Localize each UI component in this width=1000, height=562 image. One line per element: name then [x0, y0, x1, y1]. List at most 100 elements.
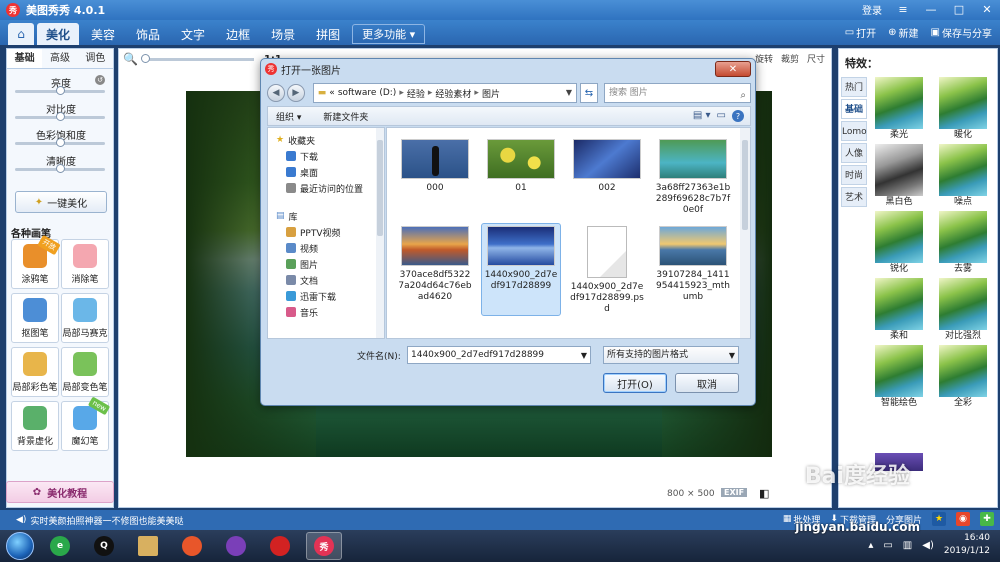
tab-scene[interactable]: 场景	[262, 23, 304, 45]
nav-library-item[interactable]: 文档	[268, 272, 384, 288]
home-icon[interactable]: ⌂	[8, 23, 34, 45]
breadcrumb-separator[interactable]: ▸	[474, 88, 479, 98]
minimize-button[interactable]: —	[924, 3, 938, 16]
tray-arrow-icon[interactable]: ▴	[868, 540, 873, 551]
tab-beauty[interactable]: 美容	[82, 23, 124, 45]
exif-button[interactable]: EXIF	[721, 488, 748, 497]
filetype-dropdown-icon[interactable]: ▼	[729, 348, 735, 364]
star-icon[interactable]: ★	[932, 512, 946, 526]
address-dropdown-icon[interactable]: ▼	[566, 88, 572, 97]
nav-library-item[interactable]: 音乐	[268, 304, 384, 320]
taskbar-app[interactable]	[262, 532, 298, 560]
brush-tool[interactable]: 魔幻笔 new	[61, 396, 111, 451]
preview-pane-icon[interactable]: ▭	[717, 110, 726, 122]
file-scrollbar[interactable]	[740, 128, 750, 338]
effects-tab[interactable]: Lomo	[841, 121, 867, 141]
new-button[interactable]: ⊕ 新建	[888, 25, 918, 40]
start-button[interactable]	[6, 532, 34, 560]
nav-library[interactable]: ▤ 库	[268, 208, 384, 224]
filetype-select[interactable]: 所有支持的图片格式 ▼	[603, 346, 739, 364]
filename-dropdown-icon[interactable]: ▼	[581, 348, 587, 364]
effect-item[interactable]: 对比强烈	[935, 278, 991, 343]
save-share-button[interactable]: ▣ 保存与分享	[931, 25, 992, 40]
breadcrumb-overflow[interactable]: «	[329, 88, 335, 98]
tab-text[interactable]: 文字	[172, 23, 214, 45]
plus-icon[interactable]: ✚	[980, 512, 994, 526]
brush-tool[interactable]: 局部马赛克	[61, 293, 109, 343]
filename-input[interactable]: 1440x900_2d7edf917d28899 ▼	[407, 346, 591, 364]
status-message[interactable]: ◀) 实时美颜拍照神器一不修图也能美美哒	[16, 514, 183, 527]
file-item[interactable]: 1440x900_2d7edf917d28899.psd	[567, 223, 647, 316]
refresh-icon[interactable]: ⇆	[580, 83, 598, 103]
nav-favorite-item[interactable]: 下载	[268, 148, 384, 164]
crop-button[interactable]: 裁剪	[781, 52, 799, 65]
search-input[interactable]: 搜索 图片 ⌕	[603, 83, 751, 105]
dialog-close-button[interactable]: ✕	[715, 61, 751, 77]
brush-tool[interactable]: 背景虚化	[11, 401, 59, 451]
network-icon[interactable]: ▥	[903, 540, 912, 551]
effect-item[interactable]: 黑白色	[871, 144, 927, 209]
effect-item[interactable]: 锐化	[871, 211, 927, 276]
close-button[interactable]: ✕	[980, 3, 994, 16]
forward-button[interactable]: ▶	[286, 84, 305, 102]
tab-beautify[interactable]: 美化	[37, 23, 80, 45]
brush-tool[interactable]: 局部彩色笔	[11, 347, 59, 397]
tab-border[interactable]: 边框	[217, 23, 259, 45]
file-item[interactable]: 39107284_1411954415923_mthumb	[653, 223, 733, 316]
open-button[interactable]: ▭ 打开	[845, 25, 876, 40]
zoom-out-icon[interactable]: 🔍	[123, 52, 138, 66]
menu-icon[interactable]: ≡	[896, 3, 910, 16]
breadcrumb-materials[interactable]: 经验素材	[435, 87, 471, 100]
compare-icon[interactable]: ◧	[759, 487, 769, 500]
file-item[interactable]: 3a68ff27363e1b289f69628c7b7f0e0f	[653, 136, 733, 217]
cancel-button[interactable]: 取消	[675, 373, 739, 393]
brush-tool[interactable]: 局部变色笔	[61, 347, 109, 397]
breadcrumb-experience[interactable]: 经验	[407, 87, 425, 100]
view-mode-icon[interactable]: ▤ ▾	[693, 110, 711, 122]
tab-basic[interactable]: 基础	[7, 49, 43, 68]
taskbar-app[interactable]	[218, 532, 254, 560]
help-icon[interactable]: ?	[732, 110, 744, 122]
nav-library-item[interactable]: 图片	[268, 256, 384, 272]
effects-tab[interactable]: 热门	[841, 77, 867, 97]
file-item[interactable]: 370ace8df53227a204d64c76ebad4620	[395, 223, 475, 316]
file-item[interactable]: 01	[481, 136, 561, 217]
effect-item[interactable]: 柔光	[871, 77, 927, 142]
new-folder-button[interactable]: 新建文件夹	[323, 110, 368, 123]
brush-tool[interactable]: 抠图笔	[11, 293, 59, 343]
effect-item[interactable]: 去雾	[935, 211, 991, 276]
back-button[interactable]: ◀	[267, 84, 285, 102]
brush-tool[interactable]: 涂鸦笔 开放	[11, 234, 61, 289]
rotate-button[interactable]: 旋转	[755, 52, 773, 65]
nav-scrollbar-thumb[interactable]	[377, 140, 383, 236]
nav-favorites[interactable]: ★ 收藏夹	[268, 132, 384, 148]
effects-tab[interactable]: 人像	[841, 143, 867, 163]
login-link[interactable]: 登录	[862, 2, 882, 17]
nav-favorite-item[interactable]: 桌面	[268, 164, 384, 180]
address-bar[interactable]: ▬ « software (D:) ▸ 经验 ▸ 经验素材 ▸ 图片 ▼	[312, 83, 578, 103]
effect-item[interactable]: 智能绘色	[871, 345, 927, 410]
nav-library-item[interactable]: PPTV视频	[268, 224, 384, 240]
effect-item[interactable]: 全彩	[935, 345, 991, 410]
effects-tab[interactable]: 基础	[841, 99, 867, 119]
battery-icon[interactable]: ▭	[883, 540, 892, 551]
file-item[interactable]: 1440x900_2d7edf917d28899	[481, 223, 561, 316]
taskbar-app[interactable]: Q	[86, 532, 122, 560]
zoom-slider[interactable]	[140, 53, 254, 63]
nav-favorite-item[interactable]: 最近访问的位置	[268, 180, 384, 196]
slider-knob[interactable]	[56, 86, 65, 95]
search-icon[interactable]: ⌕	[740, 87, 746, 105]
breadcrumb-separator[interactable]: ▸	[428, 88, 433, 98]
slider-knob[interactable]	[56, 112, 65, 121]
organize-menu[interactable]: 组织 ▾	[276, 110, 301, 123]
maximize-button[interactable]: □	[952, 3, 966, 16]
tab-collage[interactable]: 拼图	[307, 23, 349, 45]
brush-tool[interactable]: 消除笔	[61, 239, 109, 289]
open-file-button[interactable]: 打开(O)	[603, 373, 667, 393]
resize-button[interactable]: 尺寸	[807, 52, 825, 65]
effect-item[interactable]: 柔和	[871, 278, 927, 343]
file-scrollbar-thumb[interactable]	[742, 140, 748, 230]
breadcrumb-separator[interactable]: ▸	[399, 88, 404, 98]
nav-library-item[interactable]: 迅雷下载	[268, 288, 384, 304]
effects-tab[interactable]: 艺术	[841, 187, 867, 207]
